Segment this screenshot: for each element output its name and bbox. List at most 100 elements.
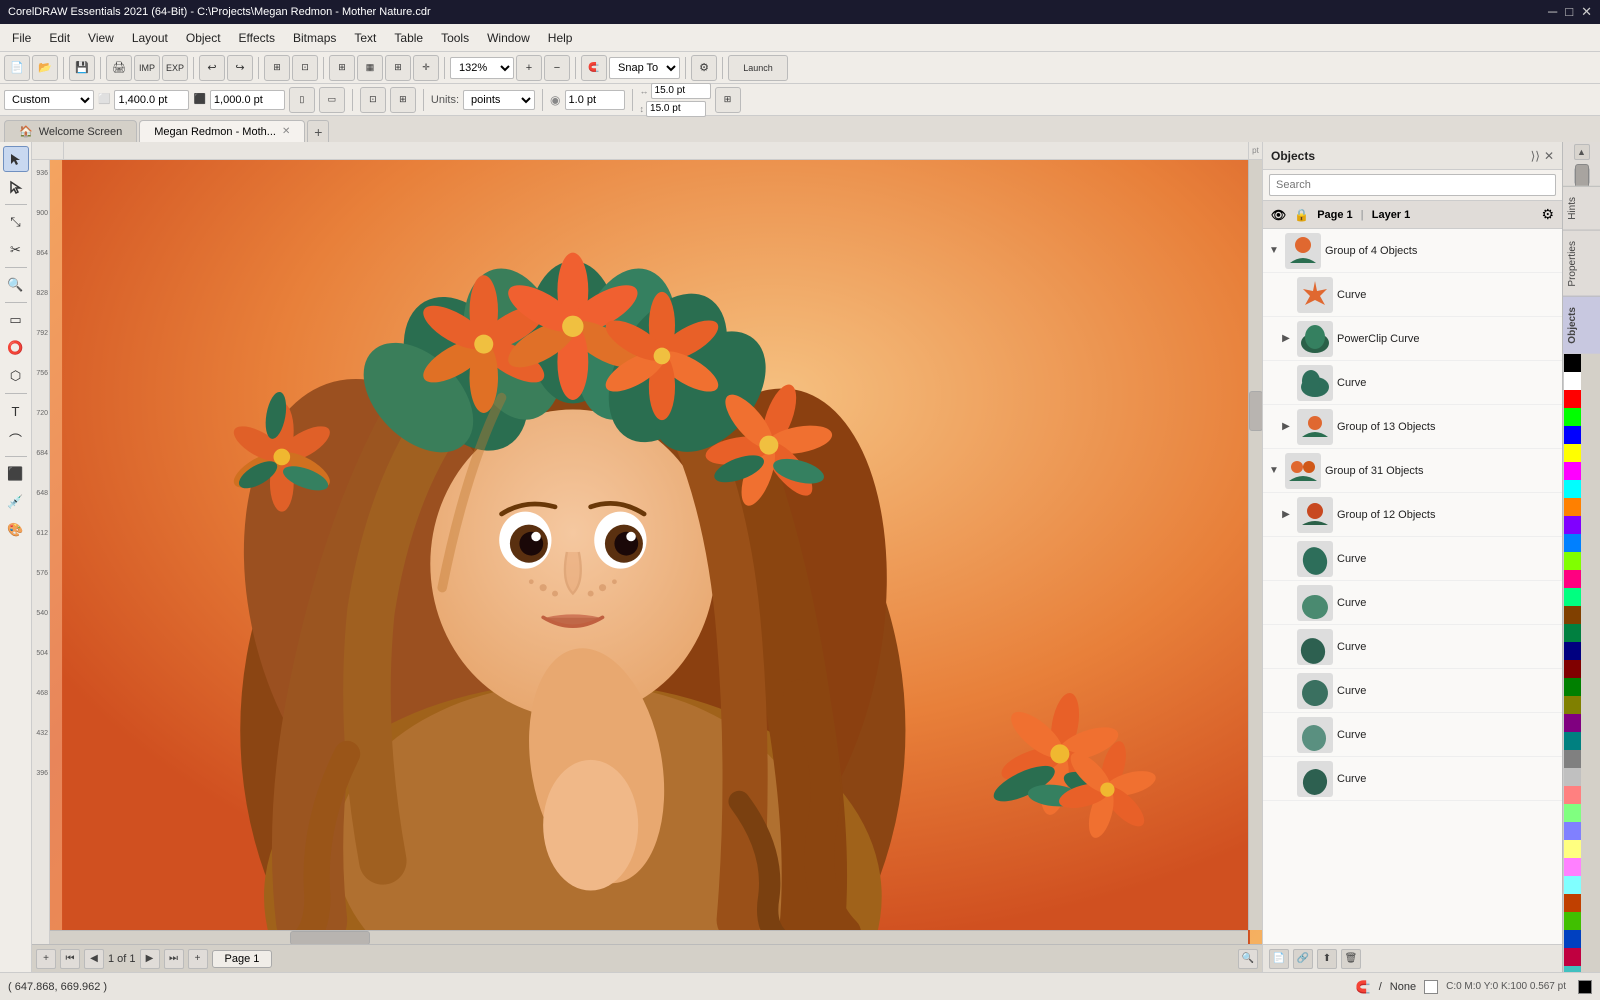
color-swatch[interactable] xyxy=(1564,768,1581,786)
expand-group12[interactable]: ▶ xyxy=(1279,508,1293,522)
hints-tab[interactable]: Hints xyxy=(1563,186,1600,230)
color-swatch[interactable] xyxy=(1564,732,1581,750)
color-swatch[interactable] xyxy=(1564,912,1581,930)
page-size-btn[interactable]: ⊞ xyxy=(715,87,741,113)
view-options-btn[interactable]: ⊞ xyxy=(329,55,355,81)
portrait-btn[interactable]: ▯ xyxy=(289,87,315,113)
menu-view[interactable]: View xyxy=(80,28,122,48)
objects-close-icon[interactable]: ✕ xyxy=(1544,149,1554,163)
color-swatch[interactable] xyxy=(1564,876,1581,894)
close-icon[interactable]: ✕ xyxy=(1581,4,1592,20)
height-input[interactable] xyxy=(210,90,285,110)
menu-text[interactable]: Text xyxy=(346,28,384,48)
next-page-btn[interactable]: ▶ xyxy=(140,949,160,969)
color-swatch[interactable] xyxy=(1564,426,1581,444)
delete-btn[interactable]: 🗑 xyxy=(1341,949,1361,969)
zoom-combo[interactable]: 132% xyxy=(450,57,514,79)
new-layer-btn[interactable]: 📄 xyxy=(1269,949,1289,969)
color-swatch[interactable] xyxy=(1564,588,1581,606)
color-swatch[interactable] xyxy=(1564,552,1581,570)
obj-row-group12[interactable]: ▶ Group of 12 Objects xyxy=(1263,493,1562,537)
guide-btn[interactable]: ✛ xyxy=(413,55,439,81)
last-page-btn[interactable]: ⏭ xyxy=(164,949,184,969)
color-swatch[interactable] xyxy=(1564,516,1581,534)
save-btn[interactable]: 💾 xyxy=(69,55,95,81)
color-swatch[interactable] xyxy=(1564,822,1581,840)
obj-row-curve5[interactable]: Curve xyxy=(1263,625,1562,669)
snap-btn[interactable]: 🧲 xyxy=(581,55,607,81)
h-scrollbar[interactable] xyxy=(50,930,1248,944)
eyedropper-tool[interactable]: 💉 xyxy=(3,489,29,515)
grid-btn[interactable]: ⊞ xyxy=(385,55,411,81)
color-swatch[interactable] xyxy=(1564,408,1581,426)
undo-btn[interactable]: ↩ xyxy=(199,55,225,81)
crop-tool[interactable]: ✂ xyxy=(3,237,29,263)
layer-lock-icon[interactable]: 🔒 xyxy=(1294,208,1309,222)
color-swatch[interactable] xyxy=(1564,462,1581,480)
obj-row-curve3[interactable]: Curve xyxy=(1263,537,1562,581)
color-swatch[interactable] xyxy=(1564,660,1581,678)
outline-input[interactable] xyxy=(565,90,625,110)
color-swatch[interactable] xyxy=(1564,858,1581,876)
text-tool[interactable]: T xyxy=(3,398,29,424)
scroll-up-btn[interactable]: ▲ xyxy=(1574,144,1590,160)
preset-combo[interactable]: Custom xyxy=(4,90,94,110)
close-tab-icon[interactable]: ✕ xyxy=(282,126,290,137)
color-swatch[interactable] xyxy=(1564,678,1581,696)
add-tab-btn[interactable]: + xyxy=(307,120,329,142)
v-scroll-thumb[interactable] xyxy=(1249,391,1262,431)
import-btn[interactable]: IMP xyxy=(134,55,160,81)
menu-table[interactable]: Table xyxy=(386,28,431,48)
page1-tab[interactable]: Page 1 xyxy=(212,950,273,968)
obj-row-curve8[interactable]: Curve xyxy=(1263,757,1562,801)
deselect-btn[interactable]: ⊡ xyxy=(292,55,318,81)
h-scroll-thumb[interactable] xyxy=(290,931,370,944)
objects-expand-icon[interactable]: ⟩⟩ xyxy=(1531,149,1540,163)
color-swatch[interactable] xyxy=(1564,966,1581,972)
select-tool[interactable] xyxy=(3,146,29,172)
color-swatch[interactable] xyxy=(1564,804,1581,822)
page-bleed-btn[interactable]: ⊡ xyxy=(360,87,386,113)
objects-search-input[interactable] xyxy=(1269,174,1556,196)
width-input[interactable] xyxy=(114,90,189,110)
menu-effects[interactable]: Effects xyxy=(231,28,283,48)
rect-tool[interactable]: ▭ xyxy=(3,307,29,333)
color-swatch[interactable] xyxy=(1564,786,1581,804)
units-combo[interactable]: points xyxy=(463,90,535,110)
menu-file[interactable]: File xyxy=(4,28,39,48)
landscape-btn[interactable]: ▭ xyxy=(319,87,345,113)
obj-row-group31[interactable]: ▼ Group of 31 Objects xyxy=(1263,449,1562,493)
first-page-btn[interactable]: ⏮ xyxy=(60,949,80,969)
color-swatch[interactable] xyxy=(1564,570,1581,588)
zoom-canvas-btn[interactable]: 🔍 xyxy=(1238,949,1258,969)
obj-row-group4[interactable]: ▼ Group of 4 Objects xyxy=(1263,229,1562,273)
page-border-btn[interactable]: ⊞ xyxy=(390,87,416,113)
color-swatch[interactable] xyxy=(1564,606,1581,624)
curve-tool[interactable]: ⌒ xyxy=(3,426,29,452)
v-scrollbar[interactable] xyxy=(1248,160,1262,930)
launch-btn[interactable]: Launch xyxy=(728,55,788,81)
snap-combo[interactable]: Snap To xyxy=(609,57,680,79)
obj-row-curve7[interactable]: Curve xyxy=(1263,713,1562,757)
color-swatch[interactable] xyxy=(1564,894,1581,912)
move-up-btn[interactable]: ⬆ xyxy=(1317,949,1337,969)
add-page-end-btn[interactable]: + xyxy=(188,949,208,969)
color-swatch[interactable] xyxy=(1564,354,1581,372)
obj-row-curve2[interactable]: Curve xyxy=(1263,361,1562,405)
color-swatch[interactable] xyxy=(1564,840,1581,858)
layer-settings-icon[interactable]: ⚙ xyxy=(1541,206,1554,223)
obj-row-group13[interactable]: ▶ Group of 13 Objects xyxy=(1263,405,1562,449)
expand-group31[interactable]: ▼ xyxy=(1267,464,1281,478)
canvas-drawing-area[interactable] xyxy=(50,160,1262,944)
menu-object[interactable]: Object xyxy=(178,28,229,48)
color-swatch[interactable] xyxy=(1564,624,1581,642)
properties-tab[interactable]: Properties xyxy=(1563,230,1600,297)
layout-btn[interactable]: ▦ xyxy=(357,55,383,81)
color-swatch[interactable] xyxy=(1564,498,1581,516)
color-swatch[interactable] xyxy=(1564,534,1581,552)
corner1-input[interactable] xyxy=(651,83,711,99)
transform-tool[interactable]: ⤡ xyxy=(3,209,29,235)
fill-tool[interactable]: ⬛ xyxy=(3,461,29,487)
color-swatch[interactable] xyxy=(1564,930,1581,948)
expand-group13[interactable]: ▶ xyxy=(1279,420,1293,434)
